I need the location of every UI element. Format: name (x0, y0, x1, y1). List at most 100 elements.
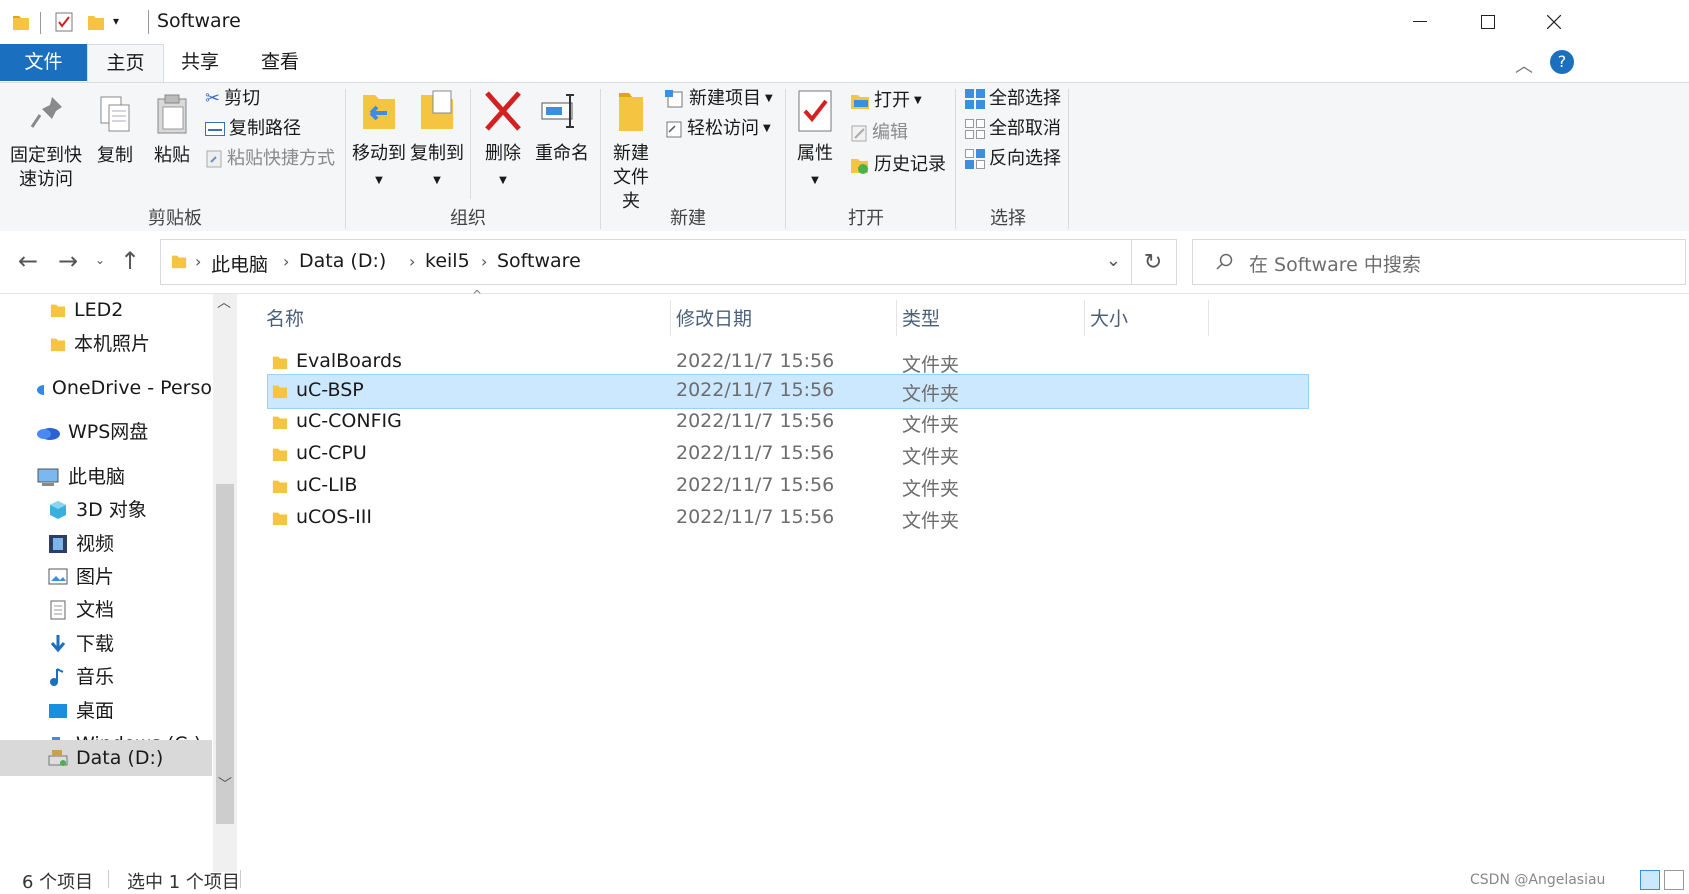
nav-item-downloads[interactable]: 下载 (48, 628, 114, 660)
nav-item-videos[interactable]: 视频 (48, 528, 114, 560)
folder-icon (272, 512, 288, 526)
pin-to-quick-access-button[interactable]: 固定到快 速访问 (10, 93, 82, 192)
open-button[interactable]: 打开 ▼ (850, 87, 922, 115)
nav-item-this-pc[interactable]: 此电脑 (36, 461, 125, 493)
new-folder-button[interactable]: 新建 文件夹 (605, 87, 657, 214)
rename-button[interactable]: 重命名 (532, 87, 592, 166)
recent-locations-chevron-icon[interactable]: ⌄ (95, 253, 105, 267)
nav-item-label: 3D 对象 (76, 499, 147, 521)
sort-ascending-icon: ^ (472, 288, 483, 302)
nav-item-documents[interactable]: 文档 (48, 594, 114, 626)
search-input[interactable]: 在 Software 中搜索 (1192, 239, 1686, 285)
tab-file[interactable]: 文件 (0, 44, 87, 81)
new-folder-icon[interactable] (87, 12, 105, 37)
new-folder-label-line2: 文件夹 (613, 167, 649, 212)
nav-scrollbar[interactable]: ︿ ﹀ (213, 294, 237, 872)
nav-item-pictures[interactable]: 图片 (48, 561, 114, 593)
forward-arrow-icon[interactable]: → (58, 247, 78, 275)
scrollbar-thumb[interactable] (216, 484, 234, 824)
divider (1068, 89, 1069, 229)
table-row[interactable]: uC-LIB 2022/11/7 15:56 文件夹 (268, 470, 1308, 503)
divider[interactable] (670, 300, 671, 336)
nav-item-led2[interactable]: LED2 (50, 294, 123, 326)
nav-item-label: 视频 (76, 533, 115, 555)
nav-item-3d-objects[interactable]: 3D 对象 (48, 494, 147, 526)
pin-icon (30, 97, 62, 128)
paste-shortcut-button[interactable]: 粘贴快捷方式 (205, 145, 335, 173)
back-arrow-icon[interactable]: ← (18, 247, 38, 275)
divider[interactable] (896, 300, 897, 336)
divider[interactable] (1084, 300, 1085, 336)
close-button[interactable] (1534, 6, 1574, 38)
file-type: 文件夹 (902, 446, 960, 468)
breadcrumb-this-pc[interactable]: 此电脑 (211, 250, 268, 277)
folder-icon[interactable] (12, 12, 30, 37)
scroll-up-chevron-icon[interactable]: ︿ (217, 292, 231, 312)
column-header-size[interactable]: 大小 (1090, 304, 1128, 331)
column-header-type[interactable]: 类型 (902, 304, 940, 331)
select-all-button[interactable]: 全部选择 (965, 85, 1061, 113)
delete-button[interactable]: 删除 ▼ (478, 87, 528, 193)
paste-shortcut-label: 粘贴快捷方式 (227, 148, 335, 169)
large-icons-view-icon[interactable] (1664, 870, 1684, 890)
nav-item-wps-drive[interactable]: WPS网盘 (36, 416, 148, 448)
tab-share[interactable]: 共享 (175, 44, 225, 81)
breadcrumb-chevron-icon[interactable]: › (481, 252, 487, 271)
table-row[interactable]: uC-CONFIG 2022/11/7 15:56 文件夹 (268, 406, 1308, 439)
nav-item-label: 文档 (76, 599, 115, 621)
copy-path-icon (205, 122, 225, 136)
nav-item-local-photos[interactable]: 本机照片 (50, 328, 150, 360)
file-name: uCOS-III (296, 506, 372, 528)
easy-access-button[interactable]: 轻松访问 ▼ (665, 115, 771, 143)
customize-quick-access-icon[interactable]: ▾ (113, 14, 119, 28)
breadcrumb-chevron-icon[interactable]: › (409, 252, 415, 271)
properties-button[interactable]: 属性 ▼ (795, 87, 835, 193)
new-item-button[interactable]: 新建项目 ▼ (665, 85, 773, 113)
address-bar[interactable]: › 此电脑 › Data (D:) › keil5 › Software ⌄ (160, 239, 1132, 285)
scroll-down-chevron-icon[interactable]: ﹀ (218, 774, 232, 794)
dropdown-caret-icon: ▼ (763, 123, 771, 134)
nav-item-music[interactable]: 音乐 (48, 661, 114, 693)
properties-icon (798, 90, 832, 132)
column-header-name[interactable]: 名称 (266, 304, 304, 331)
details-view-icon[interactable] (1640, 870, 1660, 890)
new-folder-label-line1: 新建 (613, 143, 649, 164)
invert-selection-button[interactable]: 反向选择 (965, 145, 1061, 173)
properties-checkmark-icon[interactable] (55, 12, 73, 37)
cut-button[interactable]: ✂ 剪切 (205, 85, 260, 113)
collapse-ribbon-icon[interactable]: ︿ (1515, 52, 1533, 78)
divider[interactable] (1208, 300, 1209, 336)
help-icon[interactable]: ? (1550, 50, 1574, 74)
breadcrumb-data-drive[interactable]: Data (D:) (299, 250, 386, 272)
copy-to-button[interactable]: 复制到 ▼ (410, 87, 464, 193)
move-to-button[interactable]: 移动到 ▼ (352, 87, 406, 193)
refresh-button[interactable]: ↻ (1130, 239, 1177, 285)
column-header-modified[interactable]: 修改日期 (676, 304, 752, 331)
nav-item-data-d[interactable]: Data (D:) (48, 742, 163, 774)
copy-button[interactable]: 复制 (90, 93, 140, 168)
copy-path-button[interactable]: 复制路径 (205, 115, 301, 143)
tab-home[interactable]: 主页 (87, 44, 164, 82)
divider (40, 12, 41, 34)
paste-button[interactable]: 粘贴 (148, 93, 196, 168)
edit-button[interactable]: 编辑 (850, 119, 908, 147)
table-row[interactable]: uC-BSP 2022/11/7 15:56 文件夹 (267, 374, 1309, 409)
cloud-icon (37, 428, 60, 440)
nav-item-desktop[interactable]: 桌面 (48, 695, 114, 727)
maximize-button[interactable] (1468, 6, 1508, 38)
breadcrumb-chevron-icon[interactable]: › (195, 252, 201, 271)
minimize-button[interactable] (1400, 6, 1440, 38)
up-arrow-icon[interactable]: ↑ (120, 247, 140, 275)
copy-to-label: 复制到 (410, 143, 464, 164)
nav-item-onedrive[interactable]: OneDrive - Perso (36, 372, 212, 404)
select-none-button[interactable]: 全部取消 (965, 115, 1061, 143)
history-button[interactable]: 历史记录 (850, 151, 946, 179)
address-history-chevron-icon[interactable]: ⌄ (1106, 250, 1121, 271)
tab-view[interactable]: 查看 (255, 44, 305, 81)
table-row[interactable]: uCOS-III 2022/11/7 15:56 文件夹 (268, 502, 1308, 535)
breadcrumb-software[interactable]: Software (497, 250, 581, 272)
breadcrumb-keil5[interactable]: keil5 (425, 250, 470, 272)
breadcrumb-chevron-icon[interactable]: › (283, 252, 289, 271)
edit-icon (851, 125, 867, 142)
table-row[interactable]: uC-CPU 2022/11/7 15:56 文件夹 (268, 438, 1308, 471)
